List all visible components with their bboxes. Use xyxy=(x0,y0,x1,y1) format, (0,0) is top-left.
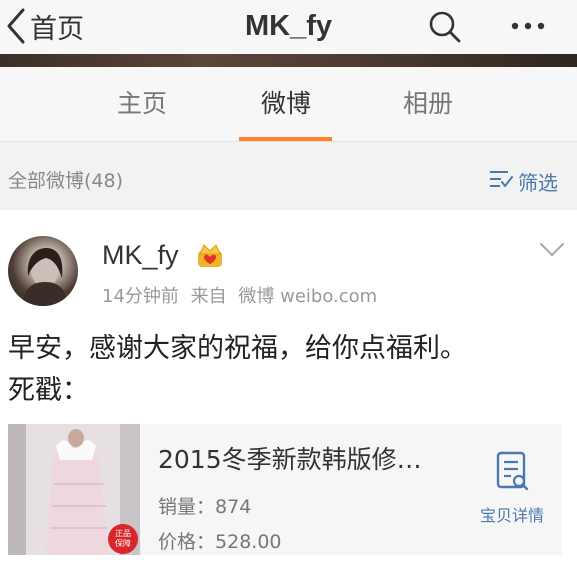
avatar[interactable] xyxy=(8,236,78,306)
post-time: 14分钟前 xyxy=(102,286,179,307)
tab-album[interactable]: 相册 xyxy=(378,67,478,141)
price-value: 528.00 xyxy=(215,531,282,553)
product-price: 价格：528.00 xyxy=(158,527,282,554)
post-options-button[interactable] xyxy=(538,240,566,260)
badge-line: 正品 xyxy=(115,529,131,538)
price-label: 价格： xyxy=(158,531,216,553)
post-text-line: 早安，感谢大家的祝福，给你点福利。 xyxy=(8,333,467,364)
page-title: MK_fy xyxy=(244,10,332,42)
product-sales: 销量：874 xyxy=(158,492,251,519)
post-text: 早安，感谢大家的祝福，给你点福利。 死戳： xyxy=(8,328,568,412)
filter-button[interactable]: 筛选 xyxy=(488,158,558,204)
post-username[interactable]: MK_fy xyxy=(102,240,179,271)
document-search-icon xyxy=(492,451,532,498)
more-button[interactable] xyxy=(506,8,550,46)
search-icon xyxy=(426,11,466,50)
product-title: 2015冬季新款韩版修… xyxy=(158,445,422,474)
profile-tabs: 主页 微博 相册 xyxy=(0,67,577,142)
post-source: 微博 weibo.com xyxy=(238,286,378,307)
post-card: MK_fy 14分钟前 来自 微博 weibo.com 早安，感谢大家的祝福，给… xyxy=(0,210,577,574)
more-icon xyxy=(506,22,550,50)
authentic-badge: 正品 保障 xyxy=(108,524,138,554)
search-button[interactable] xyxy=(426,8,466,46)
post-meta: 14分钟前 来自 微博 weibo.com xyxy=(102,282,383,308)
badge-line: 保障 xyxy=(115,539,131,548)
sales-value: 874 xyxy=(215,496,252,518)
filter-bar: 全部微博(48) 筛选 xyxy=(0,158,577,204)
top-navbar: 首页 MK_fy xyxy=(0,0,577,54)
product-detail-label: 宝贝详情 xyxy=(479,506,544,525)
post-source-prefix: 来自 xyxy=(190,286,227,307)
filter-label: 筛选 xyxy=(518,170,558,195)
active-tab-indicator xyxy=(239,137,332,141)
product-card[interactable]: 正品 保障 2015冬季新款韩版修… 销量：874 价格：528.00 宝贝详情 xyxy=(8,424,562,555)
post-count-label: 全部微博(48) xyxy=(8,170,124,192)
sales-label: 销量： xyxy=(158,496,216,518)
tab-home[interactable]: 主页 xyxy=(92,67,192,141)
profile-cover-strip xyxy=(0,54,577,67)
product-detail-button[interactable]: 宝贝详情 xyxy=(472,450,552,526)
tab-weibo[interactable]: 微博 xyxy=(236,67,336,141)
chevron-down-icon xyxy=(538,243,566,264)
vip-crown-icon xyxy=(196,242,224,270)
filter-icon xyxy=(488,168,514,194)
post-text-line: 死戳： xyxy=(8,375,89,406)
